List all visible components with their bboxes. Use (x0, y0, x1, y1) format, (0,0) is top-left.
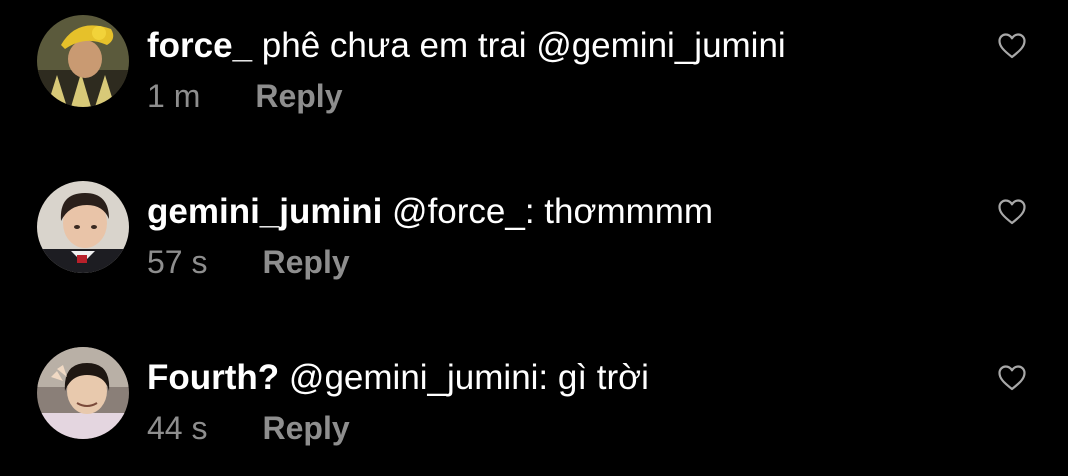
like-button[interactable] (997, 32, 1027, 60)
comment-item: Fourth? @gemini_jumini: gì trời 44 s Repl… (0, 332, 1068, 446)
comment-meta: 44 s Reply (147, 410, 350, 446)
comment-body: @gemini_jumini: gì trời (288, 358, 649, 397)
comment-item: force_ phê chưa em trai @gemini_jumini 1… (0, 0, 1068, 114)
comment-list: force_ phê chưa em trai @gemini_jumini 1… (0, 0, 1068, 476)
comment-username[interactable]: gemini_jumini (147, 192, 382, 231)
avatar[interactable] (37, 347, 129, 439)
avatar-photo-icon (37, 15, 129, 107)
comment-body: phê chưa em trai @gemini_jumini (261, 26, 786, 65)
avatar[interactable] (37, 15, 129, 107)
like-button[interactable] (997, 198, 1027, 226)
heart-outline-icon (998, 33, 1026, 59)
avatar[interactable] (37, 181, 129, 273)
comment-item: gemini_jumini @force_: thơmmmm 57 s Reply (0, 166, 1068, 280)
comment-timestamp: 44 s (147, 410, 208, 446)
comment-timestamp: 1 m (147, 78, 201, 114)
reply-button[interactable]: Reply (255, 78, 342, 114)
comment-meta: 1 m Reply (147, 78, 342, 114)
heart-outline-icon (998, 199, 1026, 225)
avatar-photo-icon (37, 347, 129, 439)
comment-timestamp: 57 s (147, 244, 208, 280)
comment-username[interactable]: force_ (147, 26, 252, 65)
reply-button[interactable]: Reply (262, 410, 349, 446)
comment-text-line: gemini_jumini @force_: thơmmmm (147, 192, 713, 232)
comment-text-line: force_ phê chưa em trai @gemini_jumini (147, 26, 786, 66)
comment-username[interactable]: Fourth? (147, 358, 279, 397)
comment-body: @force_: thơmmmm (392, 192, 714, 231)
comment-text-line: Fourth? @gemini_jumini: gì trời (147, 358, 649, 398)
heart-outline-icon (998, 365, 1026, 391)
reply-button[interactable]: Reply (262, 244, 349, 280)
like-button[interactable] (997, 364, 1027, 392)
avatar-photo-icon (37, 181, 129, 273)
comment-meta: 57 s Reply (147, 244, 350, 280)
